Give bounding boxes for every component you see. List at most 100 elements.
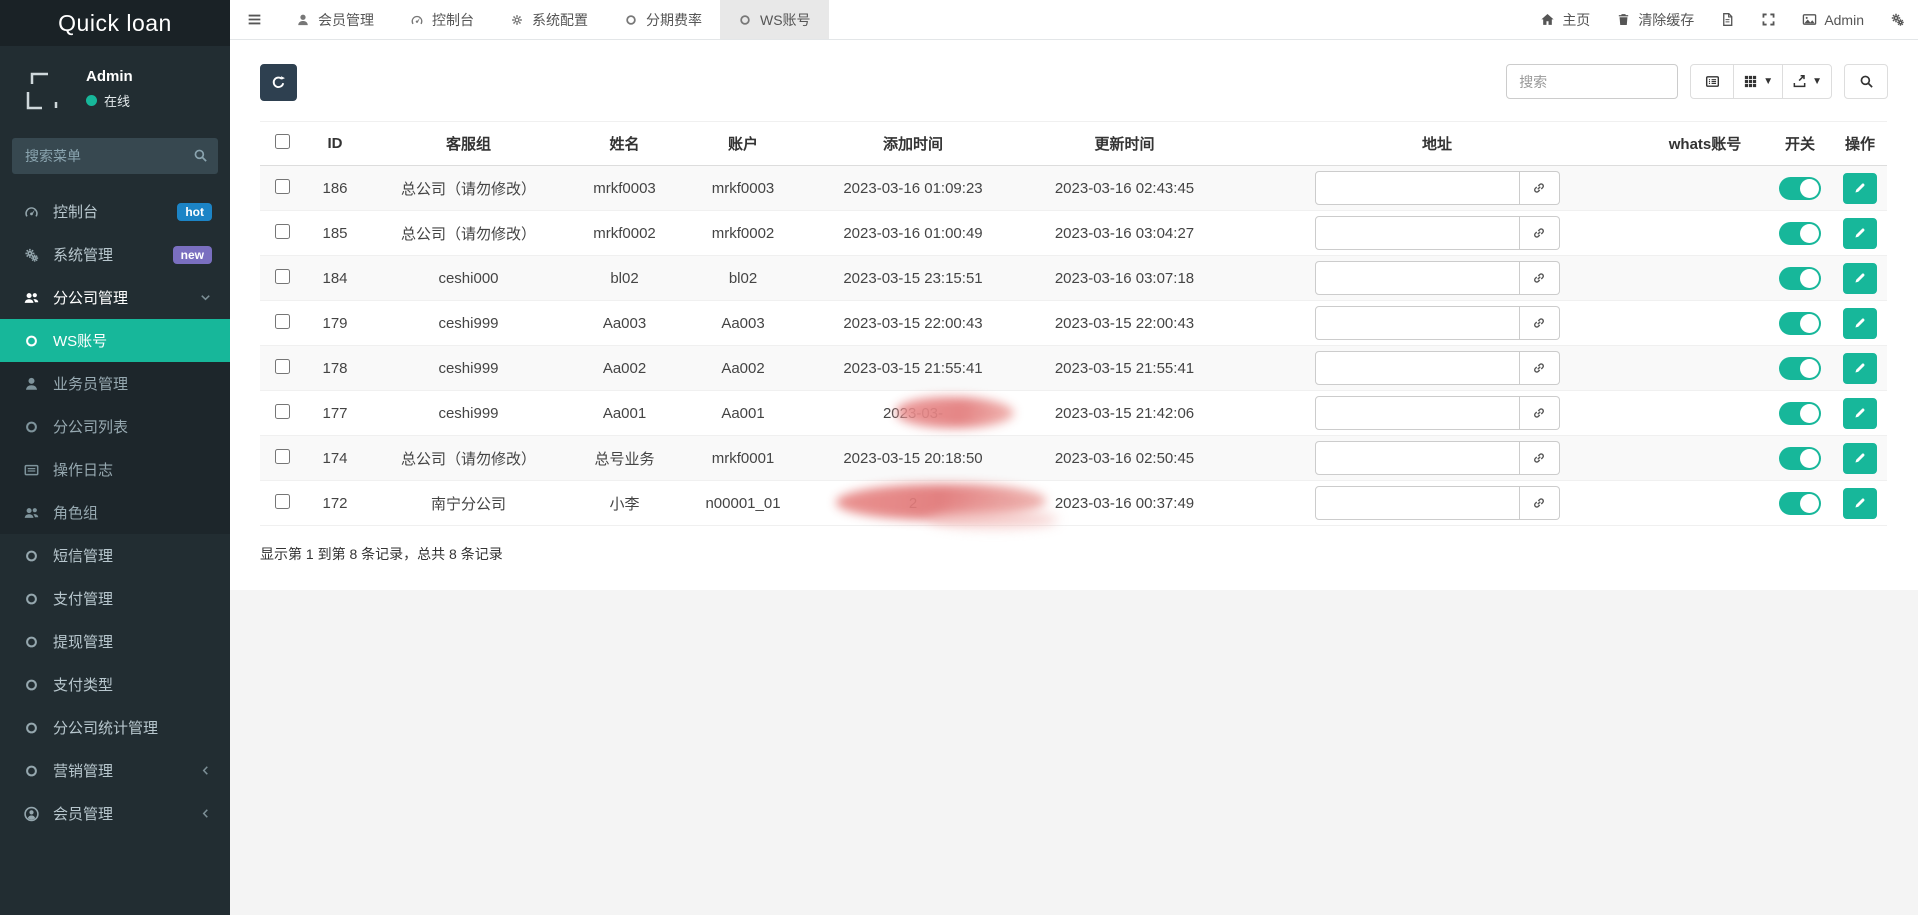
address-input[interactable]: [1314, 441, 1520, 475]
sidebar-item-2[interactable]: 分公司管理: [0, 276, 230, 319]
tab-2[interactable]: 系统配置: [492, 0, 606, 39]
row-checkbox[interactable]: [274, 268, 290, 284]
tab-3[interactable]: 分期费率: [606, 0, 720, 39]
cell-account: mrkf0002: [678, 210, 808, 256]
row-checkbox[interactable]: [274, 403, 290, 419]
circle-icon: [22, 677, 41, 693]
cell-group: ceshi000: [366, 255, 571, 301]
address-link-button[interactable]: [1519, 441, 1560, 475]
table-search-input[interactable]: [1506, 64, 1679, 99]
sidebar-item-10[interactable]: 提现管理: [0, 620, 230, 663]
edit-button[interactable]: [1843, 172, 1877, 204]
added-time-text: 2023-03-15 21:55:41: [843, 359, 983, 377]
added-time-text: 2023-03-15 22:00:43: [843, 314, 983, 332]
search-icon[interactable]: [193, 148, 208, 163]
pencil-icon: [1853, 451, 1867, 465]
nav-right-item-1[interactable]: 清除缓存: [1603, 0, 1707, 39]
nav-right-item-5[interactable]: [1877, 0, 1918, 39]
nav-right-item-0[interactable]: 主页: [1527, 0, 1603, 39]
sidebar-search-input[interactable]: [12, 138, 218, 174]
row-checkbox[interactable]: [274, 178, 290, 194]
detail-view-button[interactable]: [1690, 64, 1735, 99]
edit-button[interactable]: [1843, 397, 1877, 429]
edit-button[interactable]: [1843, 307, 1877, 339]
sidebar-item-0[interactable]: 控制台 hot: [0, 190, 230, 233]
added-time-text: 2: [908, 494, 918, 512]
sidebar-item-9[interactable]: 支付管理: [0, 577, 230, 620]
switch-toggle[interactable]: [1779, 356, 1821, 380]
tab-0[interactable]: 会员管理: [278, 0, 392, 39]
circle-icon: [22, 419, 41, 435]
nav-right-item-3[interactable]: [1748, 0, 1789, 39]
address-input[interactable]: [1314, 486, 1520, 520]
switch-toggle[interactable]: [1779, 401, 1821, 425]
column-header: 账户: [678, 121, 808, 166]
switch-toggle[interactable]: [1779, 311, 1821, 335]
address-link-button[interactable]: [1519, 171, 1560, 205]
sidebar-item-label: 短信管理: [53, 548, 114, 565]
row-select-cell: [260, 165, 304, 211]
sidebar-item-1[interactable]: 系统管理 new: [0, 233, 230, 276]
address-link-button[interactable]: [1519, 351, 1560, 385]
address-input[interactable]: [1314, 396, 1520, 430]
switch-toggle[interactable]: [1779, 491, 1821, 515]
row-checkbox[interactable]: [274, 358, 290, 374]
sidebar-item-14[interactable]: 会员管理: [0, 792, 230, 835]
sidebar-item-13[interactable]: 营销管理: [0, 749, 230, 792]
toggle-knob: [1800, 268, 1819, 288]
address-link-button[interactable]: [1519, 306, 1560, 340]
sidebar-toggle-button[interactable]: [230, 0, 278, 39]
cell-actions: [1833, 165, 1887, 211]
address-input[interactable]: [1314, 351, 1520, 385]
edit-button[interactable]: [1843, 442, 1877, 474]
row-checkbox[interactable]: [274, 313, 290, 329]
cell-address: [1231, 435, 1643, 481]
switch-toggle[interactable]: [1779, 266, 1821, 290]
address-link-button[interactable]: [1519, 216, 1560, 250]
address-link-button[interactable]: [1519, 261, 1560, 295]
export-button[interactable]: ▼: [1782, 64, 1832, 99]
edit-button[interactable]: [1843, 352, 1877, 384]
select-all-checkbox[interactable]: [274, 134, 290, 149]
cell-added-time: 2023-03-: [808, 390, 1018, 436]
sidebar-item-label: 操作日志: [53, 462, 114, 479]
cell-added-time: 2: [808, 480, 1058, 528]
address-link-button[interactable]: [1519, 486, 1560, 520]
address-link-button[interactable]: [1519, 396, 1560, 430]
cell-account: n00001_01: [678, 480, 808, 526]
row-checkbox[interactable]: [274, 448, 290, 464]
sidebar-item-12[interactable]: 分公司统计管理: [0, 706, 230, 749]
nav-right-item-4[interactable]: Admin: [1789, 0, 1877, 39]
edit-button[interactable]: [1843, 487, 1877, 519]
switch-toggle[interactable]: [1779, 446, 1821, 470]
tab-1[interactable]: 控制台: [392, 0, 492, 39]
switch-toggle[interactable]: [1779, 221, 1821, 245]
address-input[interactable]: [1314, 261, 1520, 295]
sidebar-item-4[interactable]: 业务员管理: [0, 362, 230, 405]
address-input[interactable]: [1314, 216, 1520, 250]
edit-button[interactable]: [1843, 262, 1877, 294]
sidebar-item-3[interactable]: WS账号: [0, 319, 230, 362]
row-checkbox[interactable]: [274, 493, 290, 509]
address-input[interactable]: [1314, 171, 1520, 205]
table-row: 186 总公司（请勿修改） mrkf0003 mrkf0003 2023-03-…: [260, 165, 1887, 211]
tab-4[interactable]: WS账号: [720, 0, 829, 39]
columns-button[interactable]: ▼: [1733, 64, 1784, 99]
sidebar-item-7[interactable]: 角色组: [0, 491, 230, 534]
sidebar-item-8[interactable]: 短信管理: [0, 534, 230, 577]
ws-accounts-table: ID 客服组 姓名 账户 添加时间 更新时间 地址 whats账号 开关 操作 186 总公司（请…: [260, 121, 1887, 528]
sidebar-item-6[interactable]: 操作日志: [0, 448, 230, 491]
sidebar-item-5[interactable]: 分公司列表: [0, 405, 230, 448]
switch-toggle[interactable]: [1779, 176, 1821, 200]
nav-right-item-2[interactable]: [1707, 0, 1748, 39]
pencil-icon: [1853, 181, 1867, 195]
search-button[interactable]: [1844, 64, 1888, 99]
sidebar-item-11[interactable]: 支付类型: [0, 663, 230, 706]
toggle-knob: [1800, 223, 1819, 243]
address-input[interactable]: [1314, 306, 1520, 340]
row-checkbox[interactable]: [274, 223, 290, 239]
refresh-button[interactable]: [260, 64, 297, 101]
table-header-row: ID 客服组 姓名 账户 添加时间 更新时间 地址 whats账号 开关 操作: [260, 121, 1887, 166]
edit-button[interactable]: [1843, 217, 1877, 249]
user-meta: Admin 在线: [86, 68, 133, 110]
